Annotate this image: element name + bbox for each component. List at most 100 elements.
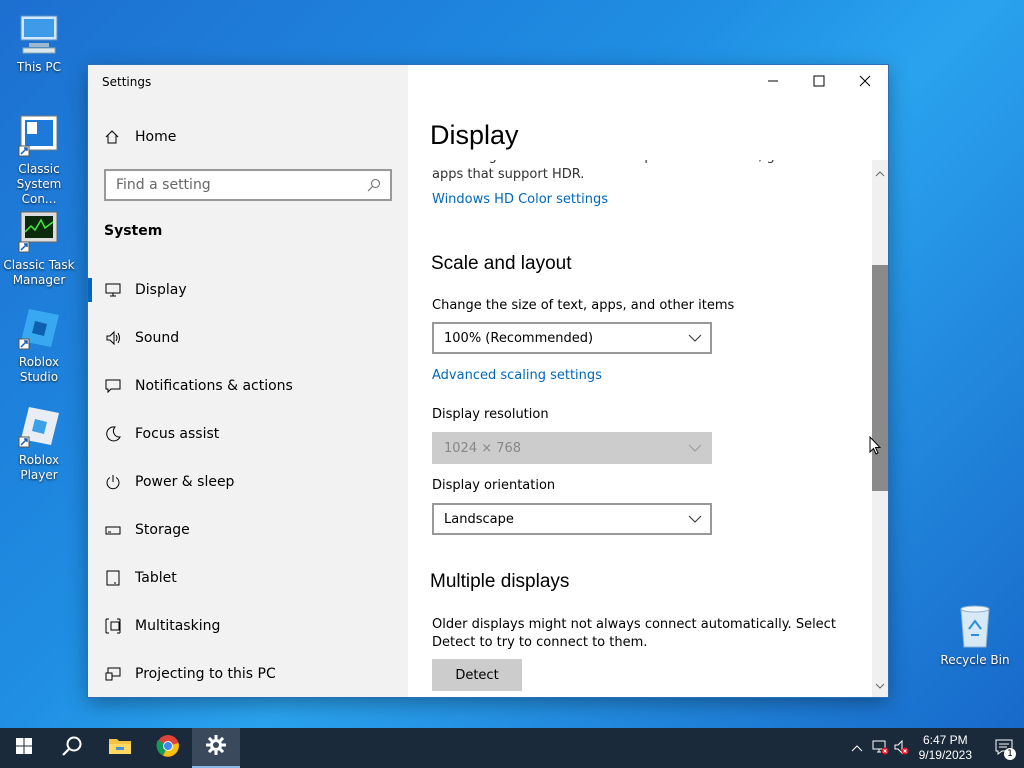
sidebar-item-label: Projecting to this PC [135,666,276,682]
chevron-down-icon [688,332,702,348]
advanced-scaling-link[interactable]: Advanced scaling settings [432,368,602,383]
search-taskbar-button[interactable] [48,728,96,768]
desktop-icon-recycle-bin[interactable]: Recycle Bin [936,603,1014,668]
sidebar-item-power-sleep[interactable]: Power & sleep [88,458,408,506]
search-icon [61,735,83,761]
scroll-up-icon [875,163,885,182]
clock-date: 9/19/2023 [918,748,972,762]
search-icon [366,177,382,197]
speaker-icon [104,329,122,347]
system-tray: 6:47 PM 9/19/2023 1 [851,728,1024,768]
chevron-down-icon [688,513,702,529]
scroll-down-icon [875,675,885,694]
sidebar-item-label: Storage [135,522,190,538]
search-placeholder: Find a setting [116,177,211,193]
sidebar-item-tablet[interactable]: Tablet [88,554,408,602]
desktop-icon-label: Classic System Con... [16,162,62,206]
desktop-icon-classic-system-control[interactable]: Classic System Con... [0,112,78,207]
orientation-value: Landscape [444,511,514,527]
detect-label: Detect [455,667,499,683]
settings-scroll-area: Get a brighter and more vibrant picture … [408,160,872,697]
storage-icon [104,521,122,539]
window-title: Settings [102,75,152,89]
sidebar-item-label: Power & sleep [135,474,235,490]
sidebar-item-display[interactable]: Display [88,266,408,314]
section-heading-system: System [104,223,163,239]
desktop-icon-label: Recycle Bin [940,653,1010,667]
clock[interactable]: 6:47 PM 9/19/2023 [919,733,972,763]
tablet-icon [104,569,122,587]
sidebar-item-label: Sound [135,330,180,346]
file-explorer-button[interactable] [96,728,144,768]
desktop-icon-roblox-studio[interactable]: Roblox Studio [0,305,78,385]
orientation-label: Display orientation [432,478,556,493]
sidebar-item-projecting[interactable]: Projecting to this PC [88,650,408,698]
search-input[interactable]: Find a setting [104,169,392,201]
chrome-button[interactable] [144,728,192,768]
hd-color-settings-link[interactable]: Windows HD Color settings [432,192,608,207]
roblox-player-icon [15,403,63,451]
sidebar: Settings Home Find a setting System Disp… [88,65,408,697]
action-center-button[interactable]: 1 [984,728,1024,768]
monitor-icon [104,281,122,299]
scrollbar[interactable] [872,160,888,697]
desktop-icon-classic-task-manager[interactable]: Classic Task Manager [0,208,78,288]
clock-time: 6:47 PM [922,733,968,747]
desktop-icon-label: Roblox Studio [18,355,60,384]
hdr-description: Get a brighter and more vibrant picture … [432,160,839,182]
desktop-icon-roblox-player[interactable]: Roblox Player [0,403,78,483]
resolution-dropdown: 1024 × 768 [432,432,712,464]
sidebar-item-label: Display [135,282,187,298]
desktop-icon-label: Roblox Player [18,453,60,482]
sidebar-item-label: Notifications & actions [135,378,293,394]
multiple-displays-text: Older displays might not always connect … [432,617,836,650]
chevron-up-icon[interactable] [851,741,863,755]
home-link[interactable]: Home [104,128,176,146]
notification-count-badge: 1 [1004,748,1016,760]
home-label: Home [135,129,177,145]
network-icon[interactable] [871,739,889,758]
notification-icon [104,377,122,395]
sidebar-item-label: Tablet [135,570,177,586]
volume-icon[interactable] [893,739,909,758]
orientation-dropdown[interactable]: Landscape [432,503,712,535]
multitasking-icon [104,617,122,635]
roblox-studio-icon [15,305,63,353]
scale-dropdown[interactable]: 100% (Recommended) [432,322,712,354]
sidebar-item-sound[interactable]: Sound [88,314,408,362]
sidebar-item-focus-assist[interactable]: Focus assist [88,410,408,458]
mouse-cursor-icon [869,435,882,460]
desktop-icon-label: This PC [17,60,61,74]
control-panel-icon [15,112,63,160]
content-pane: Display Get a brighter and more vibrant … [408,65,888,697]
sidebar-nav: Display Sound Notifications & actions Fo… [88,266,408,698]
chrome-icon [156,734,180,762]
folder-icon [108,736,132,760]
sidebar-item-label: Focus assist [135,426,220,442]
chevron-down-icon [688,442,702,458]
scale-layout-heading: Scale and layout [431,253,572,274]
windows-logo-icon [16,738,32,758]
sidebar-item-notifications[interactable]: Notifications & actions [88,362,408,410]
gear-icon [205,734,227,760]
resolution-value: 1024 × 768 [444,440,522,456]
moon-icon [104,425,122,443]
task-manager-icon [15,208,63,256]
computer-icon [15,10,63,58]
scale-value: 100% (Recommended) [444,330,594,346]
settings-taskbar-button[interactable] [192,728,240,768]
desktop-icon-this-pc[interactable]: This PC [0,10,78,75]
scale-label: Change the size of text, apps, and other… [432,298,735,313]
desktop-icon-label: Classic Task Manager [3,258,75,287]
settings-window: Settings Home Find a setting System Disp… [88,65,888,697]
sidebar-item-storage[interactable]: Storage [88,506,408,554]
sidebar-item-label: Multitasking [135,618,221,634]
power-icon [104,473,122,491]
start-button[interactable] [0,728,48,768]
taskbar: 6:47 PM 9/19/2023 1 [0,728,1024,768]
multiple-displays-heading: Multiple displays [430,571,570,592]
sidebar-item-multitasking[interactable]: Multitasking [88,602,408,650]
detect-button[interactable]: Detect [432,659,522,691]
recycle-bin-icon [951,603,999,651]
resolution-label: Display resolution [432,407,549,422]
